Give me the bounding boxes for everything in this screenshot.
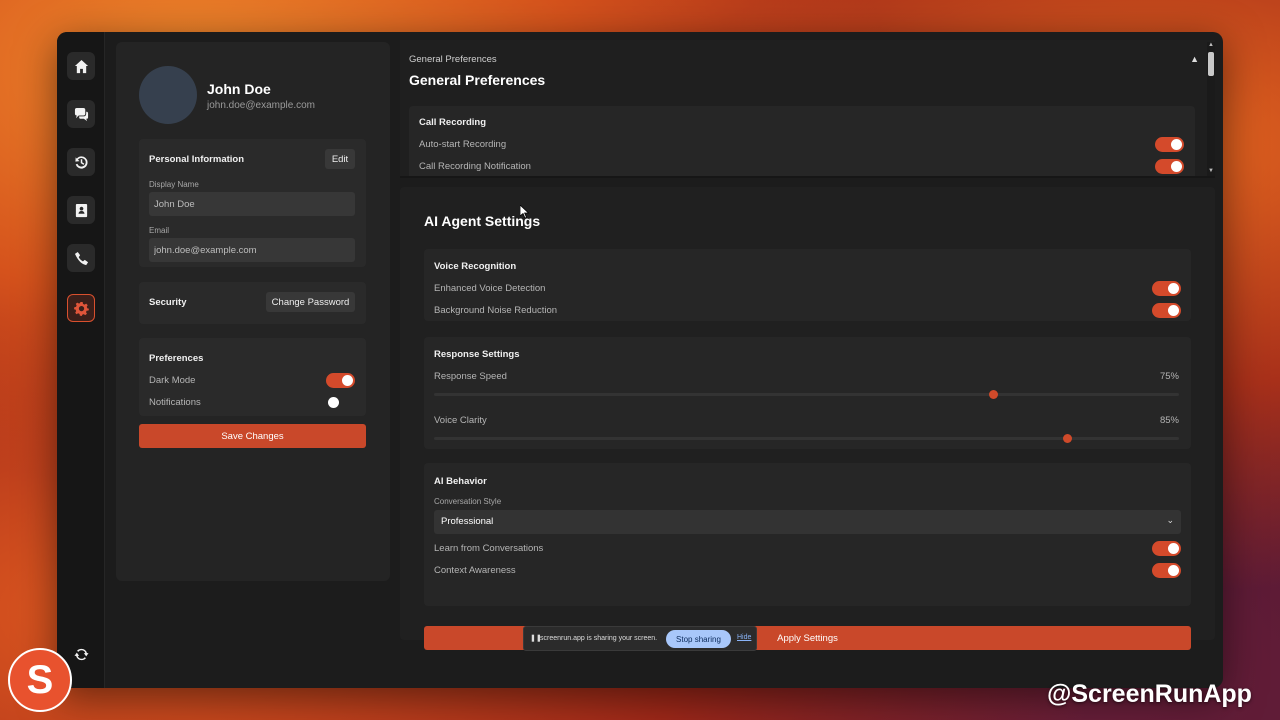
voice-clarity-thumb[interactable]: [1063, 434, 1073, 443]
call-recording-title: Call Recording: [419, 117, 487, 128]
enhanced-voice-label: Enhanced Voice Detection: [434, 283, 546, 294]
response-settings-card: Response Settings Response Speed 75% Voi…: [424, 337, 1191, 449]
general-preferences-title: General Preferences: [409, 72, 546, 88]
auto-start-toggle[interactable]: [1155, 137, 1184, 152]
user-email: john.doe@example.com: [207, 100, 315, 111]
notifications-label: Notifications: [149, 397, 201, 408]
screen-share-bar: ❚❚ screenrun.app is sharing your screen.…: [523, 626, 757, 651]
hide-link[interactable]: Hide: [737, 634, 751, 641]
personal-info-title: Personal Information: [149, 154, 245, 165]
nav-contacts[interactable]: [67, 196, 95, 224]
noise-reduction-toggle[interactable]: [1152, 303, 1181, 318]
share-text: screenrun.app is sharing your screen.: [540, 635, 658, 642]
chat-icon: [74, 107, 88, 121]
chevron-down-icon: ⌄: [1166, 515, 1174, 525]
home-icon: [74, 59, 88, 73]
learn-toggle[interactable]: [1152, 541, 1181, 556]
change-password-button[interactable]: Change Password: [266, 292, 355, 312]
nav-rail: [57, 32, 105, 688]
collapse-up-icon[interactable]: ▲: [1190, 54, 1199, 64]
response-speed-label: Response Speed: [434, 371, 507, 382]
ai-agent-settings-panel: AI Agent Settings Voice Recognition Enha…: [400, 187, 1215, 650]
preferences-title: Preferences: [149, 353, 204, 364]
context-awareness-toggle[interactable]: [1152, 563, 1181, 578]
save-changes-button[interactable]: Save Changes: [139, 424, 366, 448]
voice-clarity-value: 85%: [1159, 415, 1179, 426]
edit-button[interactable]: Edit: [325, 149, 355, 169]
conversation-style-value: Professional: [441, 516, 494, 527]
screenrun-logo: S: [8, 648, 72, 712]
personal-info-card: Personal Information Edit Display Name E…: [139, 139, 366, 267]
voice-clarity-label: Voice Clarity: [434, 415, 487, 426]
user-name: John Doe: [207, 81, 271, 97]
nav-phone[interactable]: [67, 244, 95, 272]
auto-start-label: Auto-start Recording: [419, 139, 507, 150]
ai-behavior-title: AI Behavior: [434, 476, 487, 487]
enhanced-voice-toggle[interactable]: [1152, 281, 1181, 296]
stop-sharing-button[interactable]: Stop sharing: [666, 630, 731, 648]
mouse-cursor-icon: [520, 205, 530, 219]
security-card: Security Change Password: [139, 282, 366, 324]
display-name-label: Display Name: [149, 180, 199, 189]
scroll-down-icon[interactable]: ▼: [1208, 168, 1214, 174]
nav-history[interactable]: [67, 148, 95, 176]
email-input[interactable]: [149, 238, 355, 262]
learn-label: Learn from Conversations: [434, 543, 544, 554]
scroll-thumb[interactable]: [1208, 52, 1214, 76]
response-speed-slider[interactable]: [434, 390, 1179, 399]
nav-settings[interactable]: [67, 294, 95, 322]
scroll-up-icon[interactable]: ▲: [1208, 42, 1214, 48]
noise-reduction-label: Background Noise Reduction: [434, 305, 558, 316]
context-awareness-label: Context Awareness: [434, 565, 516, 576]
response-settings-title: Response Settings: [434, 349, 520, 360]
scrollbar[interactable]: ▲ ▼: [1207, 42, 1215, 176]
phone-icon: [74, 251, 88, 265]
settings-icon: [73, 301, 89, 316]
voice-recognition-title: Voice Recognition: [434, 261, 517, 272]
contacts-icon: [75, 203, 87, 217]
call-recording-card: Call Recording Auto-start Recording Call…: [409, 106, 1195, 176]
general-preferences-panel: General Preferences General Preferences …: [400, 40, 1215, 178]
voice-recognition-card: Voice Recognition Enhanced Voice Detecti…: [424, 249, 1191, 321]
breadcrumb: General Preferences: [409, 54, 497, 65]
nav-refresh[interactable]: [67, 640, 95, 668]
conversation-style-label: Conversation Style: [434, 497, 502, 506]
avatar: [139, 66, 197, 124]
profile-panel: John Doe john.doe@example.com Personal I…: [116, 42, 390, 581]
watermark-handle: @ScreenRunApp: [1047, 680, 1252, 708]
ai-behavior-card: AI Behavior Conversation Style Professio…: [424, 463, 1191, 606]
notifications-toggle[interactable]: [326, 395, 355, 410]
conversation-style-select[interactable]: Professional ⌄: [434, 510, 1181, 534]
dark-mode-toggle[interactable]: [326, 373, 355, 388]
call-notification-toggle[interactable]: [1155, 159, 1184, 174]
nav-chat[interactable]: [67, 100, 95, 128]
email-label: Email: [149, 226, 170, 235]
voice-clarity-slider[interactable]: [434, 434, 1179, 443]
dark-mode-label: Dark Mode: [149, 375, 196, 386]
nav-home[interactable]: [67, 52, 95, 80]
preferences-card: Preferences Dark Mode Notifications: [139, 338, 366, 416]
response-speed-thumb[interactable]: [988, 390, 998, 399]
response-speed-value: 75%: [1159, 371, 1179, 382]
call-notification-label: Call Recording Notification: [419, 161, 531, 172]
display-name-input[interactable]: [149, 192, 355, 216]
app-window: John Doe john.doe@example.com Personal I…: [57, 32, 1223, 688]
security-title: Security: [149, 297, 187, 308]
refresh-icon: [73, 648, 89, 660]
history-icon: [74, 155, 88, 169]
